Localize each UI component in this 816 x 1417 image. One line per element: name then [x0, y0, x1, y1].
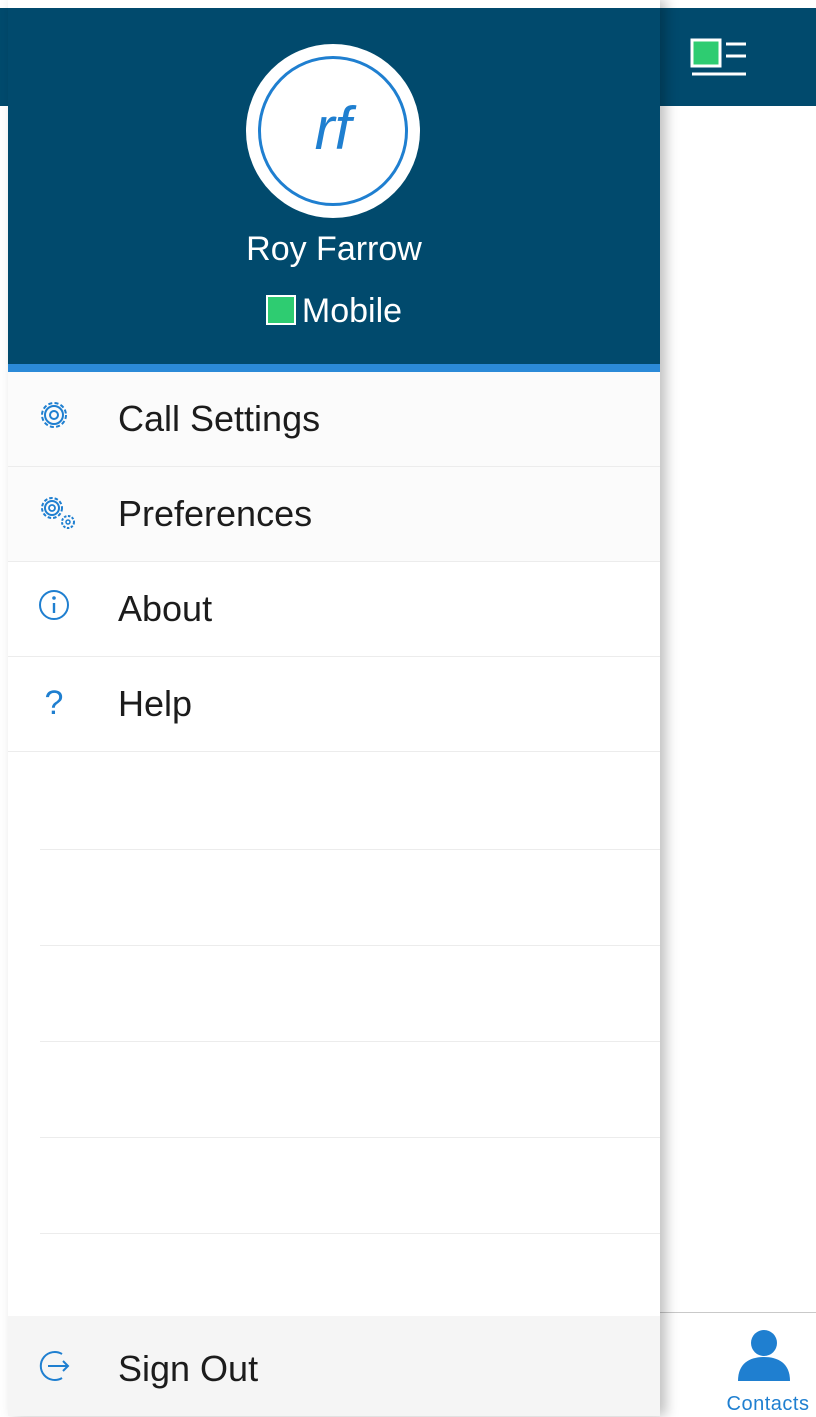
menu-item-about[interactable]: About — [8, 562, 660, 657]
empty-menu-rows — [40, 754, 660, 1234]
empty-row — [40, 1138, 660, 1234]
tab-contacts-label: Contacts — [726, 1393, 810, 1415]
presence-menu-button[interactable] — [688, 36, 752, 88]
avatar-initials: rf — [314, 95, 352, 162]
sign-out-button[interactable]: Sign Out — [8, 1316, 660, 1416]
sign-out-label: Sign Out — [118, 1348, 259, 1389]
menu-item-preferences[interactable]: Preferences — [8, 467, 660, 562]
question-icon: ? — [45, 684, 64, 722]
menu-item-label: Preferences — [118, 493, 313, 534]
empty-row — [40, 1042, 660, 1138]
presence-status-square-icon — [265, 295, 296, 325]
empty-row — [40, 946, 660, 1042]
sign-out-icon — [39, 1351, 70, 1381]
drawer-header: rf Roy Farrow Mobile — [8, 8, 660, 364]
empty-row — [40, 754, 660, 850]
avatar[interactable]: rf — [246, 44, 420, 218]
bottom-tab-bar: Contacts — [660, 1312, 816, 1417]
menu-item-label: Help — [118, 683, 193, 724]
presence-list-icon — [690, 38, 746, 76]
contacts-person-icon — [738, 1330, 790, 1381]
navigation-drawer: rf Roy Farrow Mobile Call Settings Prefe… — [8, 0, 660, 1416]
gear-icon — [41, 402, 67, 428]
header-accent-bar — [8, 364, 660, 372]
svg-text:?: ? — [45, 684, 64, 722]
user-name: Roy Farrow — [246, 230, 422, 268]
menu-item-label: Call Settings — [118, 398, 321, 439]
empty-row — [40, 850, 660, 946]
menu-item-label: About — [118, 588, 213, 629]
gears-icon — [41, 497, 75, 529]
tab-contacts[interactable]: Contacts — [660, 1313, 816, 1417]
info-icon — [39, 590, 69, 620]
menu-item-help[interactable]: ? Help — [8, 657, 660, 752]
presence-status-label: Mobile — [301, 292, 403, 330]
drawer-menu: Call Settings Preferences About ? Help — [8, 372, 660, 752]
menu-item-call-settings[interactable]: Call Settings — [8, 372, 660, 467]
presence-status[interactable]: Mobile — [8, 292, 660, 331]
